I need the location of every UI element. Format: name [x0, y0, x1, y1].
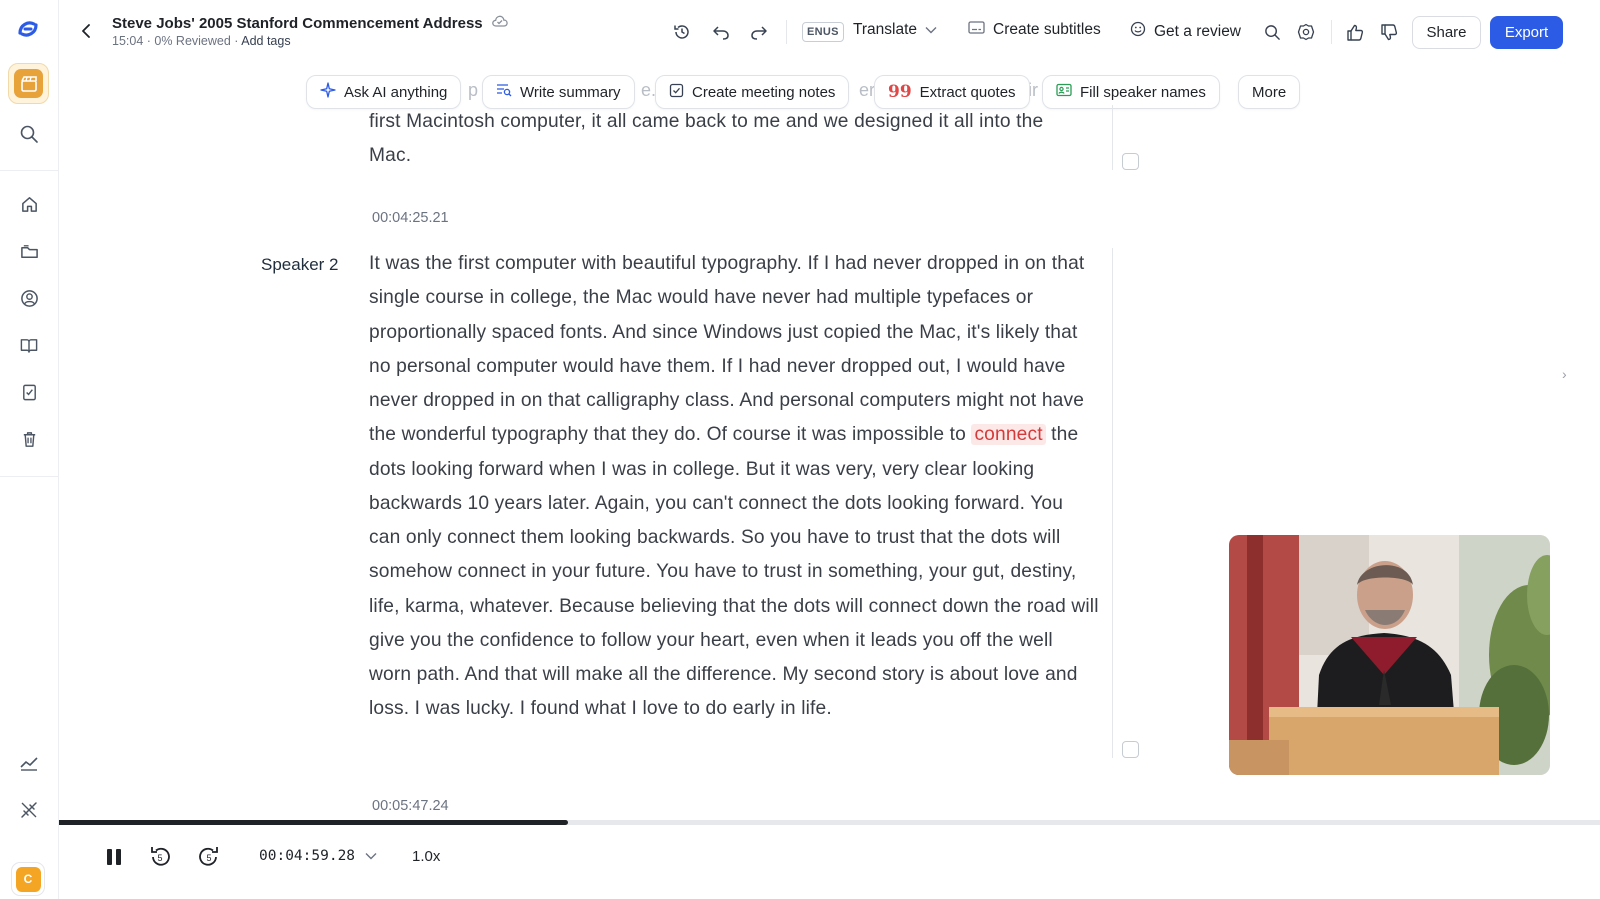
occluded-text-fragment: e. [641, 80, 657, 100]
ask-ai-chip[interactable]: Ask AI anything [306, 75, 462, 109]
user-circle-icon[interactable] [13, 282, 45, 314]
undo-icon[interactable] [708, 19, 734, 45]
left-rail: C [0, 0, 59, 899]
toolbar-divider [786, 20, 787, 44]
write-summary-label: Write summary [520, 83, 621, 101]
cloud-synced-icon [491, 14, 509, 32]
subtitles-icon [968, 21, 985, 39]
pause-icon[interactable] [100, 843, 128, 871]
add-tags-link[interactable]: Add tags [241, 34, 290, 48]
export-button[interactable]: Export [1490, 16, 1563, 49]
home-icon[interactable] [13, 188, 45, 220]
workspace-switcher[interactable] [8, 63, 49, 104]
checkbox-icon [669, 83, 684, 102]
folder-icon[interactable] [13, 235, 45, 267]
skip-forward-icon[interactable]: 5 [195, 843, 223, 871]
extract-quotes-chip[interactable]: 99 Extract quotes [874, 75, 1030, 109]
video-preview[interactable] [1229, 535, 1550, 775]
playback-progress-fill [59, 820, 568, 825]
smiley-icon [1130, 21, 1146, 42]
more-chip[interactable]: More [1238, 75, 1301, 109]
paragraph-timestamp[interactable]: 00:04:25.21 [372, 210, 449, 226]
top-header: Steve Jobs' 2005 Stanford Commencement A… [59, 0, 1600, 62]
thumbs-down-icon[interactable] [1376, 19, 1402, 45]
chevron-down-icon [925, 21, 937, 39]
app-logo-icon[interactable] [15, 16, 41, 42]
chevron-down-icon [365, 848, 377, 864]
video-frame-image [1229, 535, 1550, 775]
current-time-dropdown[interactable]: 00:04:59.28 [259, 848, 377, 864]
create-meeting-notes-chip[interactable]: Create meeting notes [655, 75, 850, 109]
more-label: More [1252, 83, 1287, 101]
paragraph-review-checkbox[interactable] [1122, 741, 1139, 758]
paragraph-gutter-line [1112, 248, 1113, 758]
paragraph-gutter-line [1112, 105, 1113, 170]
svg-text:5: 5 [206, 853, 211, 863]
paragraph-text: It was the first computer with beautiful… [369, 253, 1085, 446]
settings-gear-icon[interactable] [1293, 19, 1319, 45]
summary-icon [496, 83, 512, 101]
speaker-label[interactable]: Speaker 2 [261, 255, 339, 275]
get-review-button[interactable]: Get a review [1130, 21, 1241, 42]
share-button[interactable]: Share [1412, 16, 1481, 49]
create-meeting-notes-label: Create meeting notes [692, 83, 836, 101]
current-word-highlight[interactable]: connect [971, 424, 1046, 446]
analytics-icon[interactable] [13, 747, 45, 779]
create-subtitles-label: Create subtitles [993, 21, 1101, 38]
title-text: Steve Jobs' 2005 Stanford Commencement A… [112, 14, 483, 32]
rail-divider [0, 170, 59, 171]
translate-label: Translate [853, 21, 918, 38]
toolbar-divider [1331, 20, 1332, 44]
integrations-icon[interactable] [13, 794, 45, 826]
find-icon[interactable] [1259, 19, 1285, 45]
rail-divider [0, 476, 59, 477]
playback-speed-button[interactable]: 1.0x [412, 848, 440, 865]
avatar-letter: C [15, 866, 41, 892]
trash-icon[interactable] [13, 423, 45, 455]
occluded-text-fragment: p [468, 80, 479, 100]
language-badge: ENUS [802, 22, 844, 42]
write-summary-chip[interactable]: Write summary [482, 75, 635, 109]
get-review-label: Get a review [1154, 22, 1242, 40]
panel-collapse-chevron-icon[interactable]: › [1562, 366, 1567, 382]
transcript-paragraph[interactable]: It was the first computer with beautiful… [369, 247, 1099, 727]
sparkle-icon [320, 82, 336, 102]
previous-paragraph[interactable]: first Macintosh computer, it all came ba… [369, 105, 1089, 174]
document-meta: 15:04 · 0% Reviewed · Add tags [112, 34, 291, 48]
svg-text:5: 5 [157, 853, 162, 863]
paragraph-review-checkbox[interactable] [1122, 153, 1139, 170]
paragraph-text: the dots looking forward when I was in c… [369, 424, 1099, 720]
speaker-card-icon [1056, 83, 1072, 101]
translate-dropdown[interactable]: Translate [853, 21, 937, 39]
redo-icon[interactable] [746, 19, 772, 45]
clapperboard-icon [14, 69, 43, 98]
fill-speaker-names-chip[interactable]: Fill speaker names [1042, 75, 1220, 109]
history-icon[interactable] [669, 19, 695, 45]
quote-icon: 99 [888, 82, 912, 102]
playback-progress-bar[interactable] [59, 820, 1600, 825]
dictionary-icon[interactable] [13, 376, 45, 408]
thumbs-up-icon[interactable] [1342, 19, 1368, 45]
paragraph-timestamp[interactable]: 00:05:47.24 [372, 798, 449, 814]
search-icon[interactable] [13, 118, 45, 150]
user-avatar[interactable]: C [11, 862, 45, 896]
document-title[interactable]: Steve Jobs' 2005 Stanford Commencement A… [112, 14, 509, 32]
fill-speaker-names-label: Fill speaker names [1080, 83, 1206, 101]
current-time: 00:04:59.28 [259, 848, 356, 864]
back-arrow-icon[interactable] [75, 20, 97, 42]
occluded-text-fragment: er [859, 80, 876, 100]
extract-quotes-label: Extract quotes [919, 83, 1016, 101]
skip-back-icon[interactable]: 5 [146, 843, 174, 871]
duration-review-status: 15:04 · 0% Reviewed · [112, 34, 242, 48]
ask-ai-label: Ask AI anything [344, 83, 448, 101]
create-subtitles-button[interactable]: Create subtitles [968, 21, 1101, 39]
book-open-icon[interactable] [13, 329, 45, 361]
